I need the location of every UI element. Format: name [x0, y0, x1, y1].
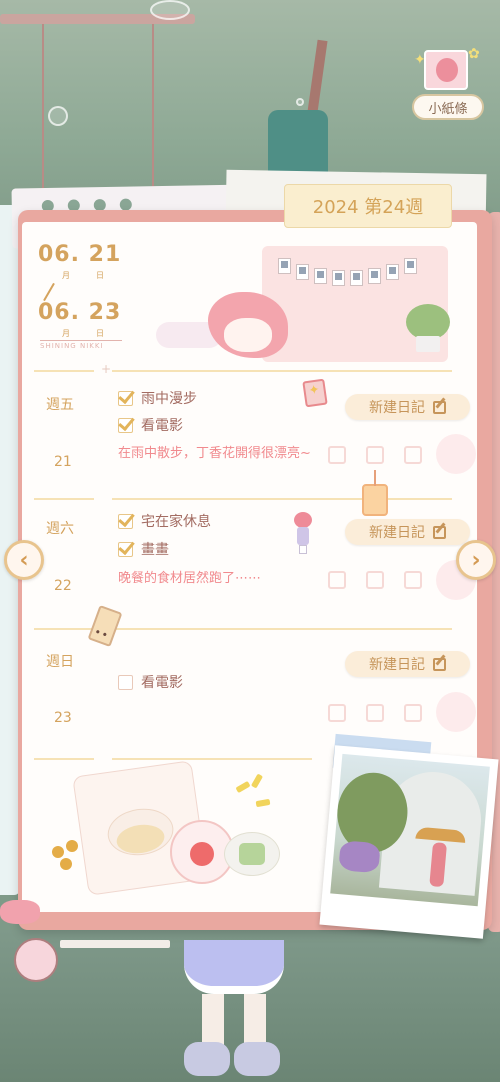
diary-note[interactable]: 晚餐的食材居然跑了⋯⋯ [118, 569, 318, 589]
edit-icon [433, 657, 446, 671]
mood-slot[interactable] [436, 434, 476, 474]
bubble-decoration [296, 98, 304, 106]
new-diary-button[interactable]: 新建日記 [345, 651, 470, 677]
week-tab: 2024 第24週 [284, 184, 452, 228]
task-label: 看電影 [141, 418, 183, 434]
new-diary-button[interactable]: 新建日記 [345, 394, 470, 420]
row-divider [34, 370, 94, 372]
task-label: 畫畫 [141, 542, 169, 558]
new-diary-label: 新建日記 [369, 525, 425, 541]
row-divider [34, 628, 94, 630]
drink-sticker-icon [362, 470, 388, 516]
plus-decoration: + [101, 362, 112, 376]
sticker-slot[interactable] [366, 704, 384, 722]
task-label: 宅在家休息 [141, 514, 211, 530]
weekday-label: 週六 [46, 521, 74, 537]
task-item[interactable]: 看電影 [118, 672, 183, 692]
week-label: 2024 第24週 [312, 197, 424, 218]
chibi-sticker-icon [292, 512, 314, 554]
task-item[interactable]: 畫畫 [118, 539, 169, 559]
new-diary-button[interactable]: 新建日記 [345, 519, 470, 545]
mood-slot[interactable] [436, 692, 476, 732]
avatar-sticker-icon [424, 50, 468, 90]
sticker-slot[interactable] [404, 446, 422, 464]
day-number: 23 [54, 710, 72, 726]
bow-decoration [0, 900, 40, 924]
month-label: 月 [62, 271, 70, 280]
header-illustration [150, 240, 452, 372]
row-divider [34, 498, 94, 500]
shelf-decoration [60, 940, 170, 948]
next-arrow-glyph: › [471, 547, 481, 573]
task-checkbox[interactable] [118, 513, 133, 529]
row-divider [112, 758, 312, 760]
end-date: 06. 23 [38, 300, 122, 325]
weekday-label: 週五 [46, 397, 74, 413]
matcha-cake-sticker-icon [224, 832, 280, 876]
player-character [168, 930, 298, 1082]
note-button-label: 小紙條 [412, 94, 484, 120]
day-label: 日 [96, 329, 104, 338]
day-number: 22 [54, 578, 72, 594]
note-button[interactable]: ✦ ✿ 小紙條 [408, 46, 488, 120]
chevron-left-icon[interactable]: ‹ [4, 540, 44, 580]
new-diary-label: 新建日記 [369, 657, 425, 673]
paw-bell-icon [14, 938, 58, 982]
hanging-rope [42, 24, 44, 194]
bubble-decoration [48, 106, 68, 126]
brand-label: SHINING NIKKI [40, 340, 122, 350]
sticker-slot[interactable] [404, 571, 422, 589]
sticker-slot[interactable] [366, 571, 384, 589]
row-divider [112, 370, 452, 372]
task-checkbox[interactable] [118, 541, 133, 557]
day-label: 日 [96, 271, 104, 280]
sticker-slot[interactable] [366, 446, 384, 464]
task-label: 看電影 [141, 675, 183, 691]
sticker-slot[interactable] [404, 704, 422, 722]
polaroid-photo[interactable] [319, 745, 499, 939]
sticker-slot[interactable] [328, 704, 346, 722]
chevron-right-icon[interactable]: › [456, 540, 496, 580]
weekday-label: 週日 [46, 654, 74, 670]
row-divider [34, 758, 94, 760]
row-divider [112, 628, 452, 630]
task-checkbox[interactable] [118, 390, 133, 406]
diary-note[interactable]: 在雨中散步，丁香花開得很漂亮~ [118, 444, 318, 464]
task-item[interactable]: 宅在家休息 [118, 511, 211, 531]
prev-arrow-glyph: ‹ [19, 547, 29, 573]
day-number: 21 [54, 454, 72, 470]
card-sticker-icon [302, 378, 328, 408]
task-label: 雨中漫步 [141, 391, 197, 407]
bubble-decoration [150, 0, 190, 20]
sticker-slot[interactable] [328, 571, 346, 589]
new-diary-label: 新建日記 [369, 400, 425, 416]
month-label: 月 [62, 329, 70, 338]
hanging-rope [152, 24, 154, 194]
task-item[interactable]: 看電影 [118, 415, 183, 435]
row-divider [112, 498, 452, 500]
start-date: 06. 21 [38, 242, 122, 267]
task-checkbox[interactable] [118, 417, 133, 433]
task-item[interactable]: 雨中漫步 [118, 388, 197, 408]
edit-icon [433, 525, 446, 539]
sticker-slot[interactable] [328, 446, 346, 464]
edit-icon [433, 400, 446, 414]
task-checkbox[interactable] [118, 674, 133, 690]
